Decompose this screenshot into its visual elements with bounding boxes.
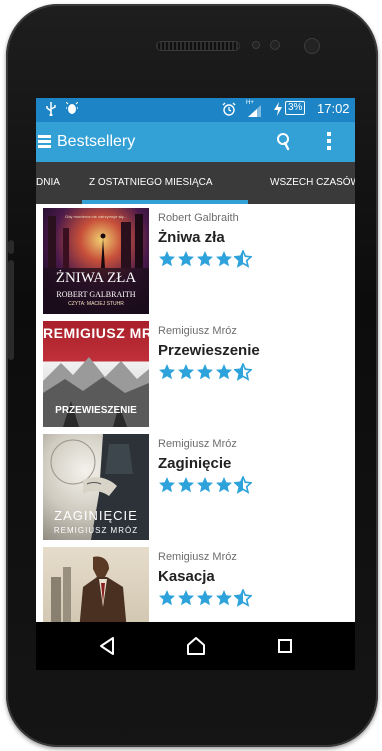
tab-z-ostatniego-miesiaca[interactable]: Z OSTATNIEGO MIESIĄCA [89, 177, 213, 189]
book-title: Zaginięcie [158, 455, 232, 472]
star-full-icon [177, 250, 195, 268]
proximity-sensor [252, 41, 260, 49]
star-rating [158, 588, 253, 609]
light-sensor [270, 40, 280, 50]
cover-title: ZAGINIĘCIE [54, 508, 138, 523]
charging-icon [274, 102, 282, 119]
tab-wszech-czasow[interactable]: WSZECH CZASÓW [270, 177, 355, 189]
search-icon[interactable] [274, 131, 292, 153]
book-cover [43, 547, 149, 622]
list-item[interactable]: Gdy morderca nie zatrzymuje się... ŻNIWA… [36, 204, 355, 317]
front-camera [304, 38, 320, 54]
book-author: Robert Galbraith [158, 212, 239, 224]
side-button [8, 260, 14, 360]
earpiece-speaker [156, 41, 240, 51]
star-full-icon [196, 476, 214, 494]
star-half-icon [233, 475, 253, 494]
list-item[interactable]: ZAGINIĘCIE REMIGIUSZ MRÓZ Remigiusz Mróz… [36, 430, 355, 543]
star-full-icon [215, 589, 233, 607]
signal-icon [248, 105, 261, 120]
menu-icon[interactable] [38, 135, 51, 149]
book-author: Remigiusz Mróz [158, 551, 237, 563]
star-full-icon [196, 363, 214, 381]
cover-author: ROBERT GALBRAITH [56, 290, 136, 299]
volume-up-button [8, 240, 14, 254]
status-time: 17:02 [317, 101, 350, 116]
tab-bar: DNIA Z OSTATNIEGO MIESIĄCA WSZECH CZASÓW [36, 162, 355, 204]
star-full-icon [158, 250, 176, 268]
star-full-icon [158, 363, 176, 381]
bestseller-list[interactable]: Gdy morderca nie zatrzymuje się... ŻNIWA… [36, 204, 355, 622]
book-cover: ZAGINIĘCIE REMIGIUSZ MRÓZ [43, 434, 149, 540]
star-rating [158, 475, 253, 496]
book-cover: REMIGIUSZ MRÓZ PRZEWIESZENIE [43, 321, 149, 427]
recents-icon[interactable] [273, 634, 297, 658]
cover-title: PRZEWIESZENIE [55, 405, 137, 416]
book-author: Remigiusz Mróz [158, 325, 237, 337]
book-cover: Gdy morderca nie zatrzymuje się... ŻNIWA… [43, 208, 149, 314]
navigation-bar [36, 622, 355, 670]
screen: H+ 3% 17:02 Bestsellery DNIA Z OSTATNIEG… [36, 98, 355, 622]
action-bar: Bestsellery [36, 122, 355, 162]
cover-tagline: Gdy morderca nie zatrzymuje się... [65, 214, 127, 219]
star-rating [158, 249, 253, 270]
star-full-icon [215, 476, 233, 494]
book-title: Żniwa zła [158, 229, 225, 246]
android-debug-icon [65, 101, 79, 119]
battery-indicator: 3% [285, 101, 306, 115]
app-title: Bestsellery [57, 133, 136, 150]
star-full-icon [196, 589, 214, 607]
book-author: Remigiusz Mróz [158, 438, 237, 450]
star-full-icon [215, 363, 233, 381]
home-icon[interactable] [184, 634, 208, 658]
cover-title: ŻNIWA ZŁA [55, 270, 137, 286]
cover-narrator: CZYTA: MACIEJ STUHR [68, 301, 124, 307]
book-title: Kasacja [158, 568, 215, 585]
star-full-icon [177, 476, 195, 494]
star-full-icon [158, 589, 176, 607]
list-item[interactable]: REMIGIUSZ MRÓZ PRZEWIESZENIE Remigiusz M… [36, 317, 355, 430]
star-half-icon [233, 362, 253, 381]
tab-dnia[interactable]: DNIA [36, 177, 60, 189]
cover-author: REMIGIUSZ MRÓZ [53, 526, 139, 535]
alarm-icon [222, 102, 236, 119]
star-full-icon [215, 250, 233, 268]
usb-icon [46, 102, 56, 119]
cover-author: REMIGIUSZ MRÓZ [43, 325, 149, 341]
star-full-icon [196, 250, 214, 268]
status-bar: H+ 3% 17:02 [36, 98, 355, 122]
star-half-icon [233, 249, 253, 268]
star-rating [158, 362, 253, 383]
star-full-icon [158, 476, 176, 494]
overflow-menu-icon[interactable] [324, 132, 334, 152]
back-icon[interactable] [95, 634, 119, 658]
star-full-icon [177, 589, 195, 607]
list-item[interactable]: Remigiusz Mróz Kasacja [36, 543, 355, 622]
book-title: Przewieszenie [158, 342, 260, 359]
star-half-icon [233, 588, 253, 607]
star-full-icon [177, 363, 195, 381]
